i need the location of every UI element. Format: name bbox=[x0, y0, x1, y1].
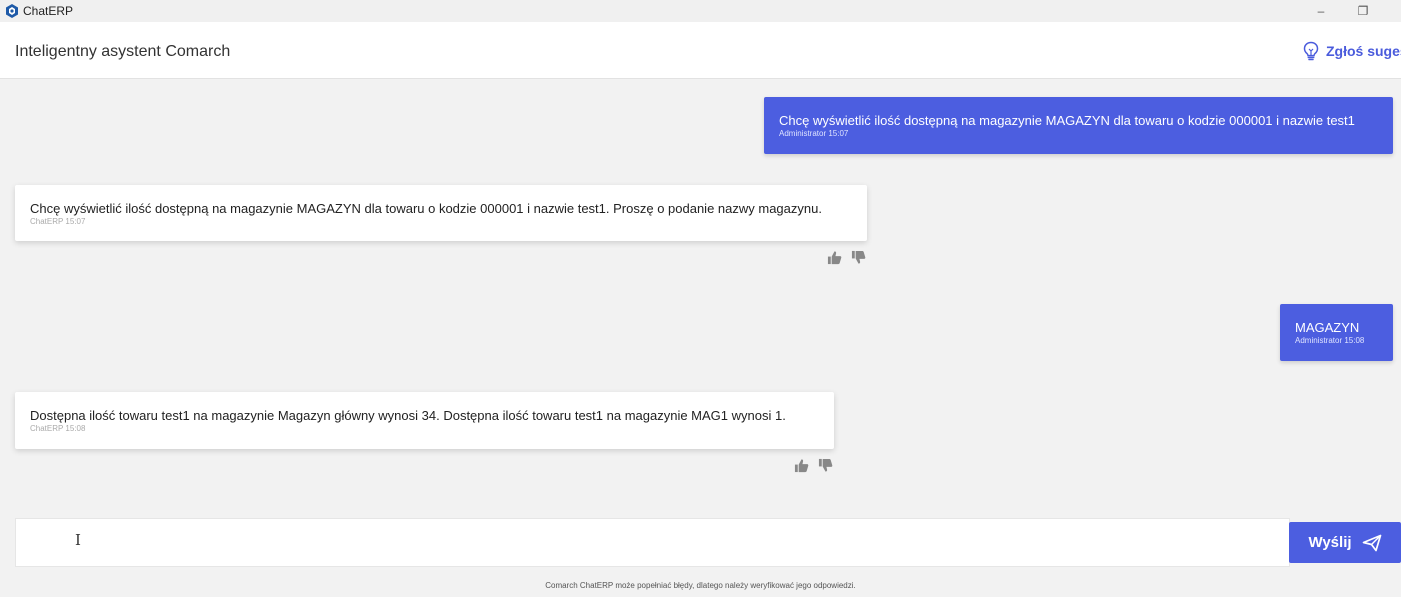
message-text: MAGAZYN bbox=[1295, 320, 1360, 335]
message-meta: ChatERP 15:07 bbox=[30, 217, 86, 226]
thumbs-up-icon[interactable] bbox=[794, 458, 809, 473]
user-message: Chcę wyświetlić ilość dostępną na magazy… bbox=[764, 97, 1393, 154]
message-text: Chcę wyświetlić ilość dostępną na magazy… bbox=[30, 201, 822, 216]
lightbulb-icon bbox=[1303, 41, 1319, 61]
report-suggestion-label: Zgłoś suges bbox=[1326, 43, 1401, 59]
paper-plane-icon bbox=[1362, 534, 1381, 551]
send-button-label: Wyślij bbox=[1308, 534, 1352, 551]
thumbs-down-icon[interactable] bbox=[851, 250, 866, 265]
assistant-message: Dostępna ilość towaru test1 na magazynie… bbox=[15, 392, 834, 449]
feedback-buttons bbox=[794, 458, 833, 473]
thumbs-up-icon[interactable] bbox=[827, 250, 842, 265]
app-header: Inteligentny asystent Comarch Zgłoś suge… bbox=[0, 22, 1401, 79]
chaterp-logo-icon bbox=[6, 4, 18, 18]
message-meta: Administrator 15:07 bbox=[779, 129, 849, 138]
message-text: Chcę wyświetlić ilość dostępną na magazy… bbox=[779, 113, 1355, 128]
page-title: Inteligentny asystent Comarch bbox=[15, 43, 231, 60]
disclaimer-text: Comarch ChatERP może popełniać błędy, dl… bbox=[545, 581, 856, 590]
assistant-message: Chcę wyświetlić ilość dostępną na magazy… bbox=[15, 185, 867, 241]
feedback-buttons bbox=[827, 250, 866, 265]
message-meta: Administrator 15:08 bbox=[1295, 336, 1365, 345]
message-meta: ChatERP 15:08 bbox=[30, 424, 86, 433]
user-message: MAGAZYN Administrator 15:08 bbox=[1280, 304, 1393, 361]
minimize-button[interactable]: – bbox=[1306, 2, 1336, 20]
window-titlebar: ChatERP – ❐ bbox=[0, 0, 1401, 22]
message-text: Dostępna ilość towaru test1 na magazynie… bbox=[30, 408, 786, 423]
message-input[interactable] bbox=[16, 519, 1289, 566]
message-composer: I bbox=[15, 518, 1290, 567]
send-button[interactable]: Wyślij bbox=[1289, 522, 1401, 563]
thumbs-down-icon[interactable] bbox=[818, 458, 833, 473]
report-suggestion-link[interactable]: Zgłoś suges bbox=[1302, 40, 1401, 62]
restore-button[interactable]: ❐ bbox=[1348, 2, 1378, 20]
app-title: ChatERP bbox=[23, 4, 74, 18]
